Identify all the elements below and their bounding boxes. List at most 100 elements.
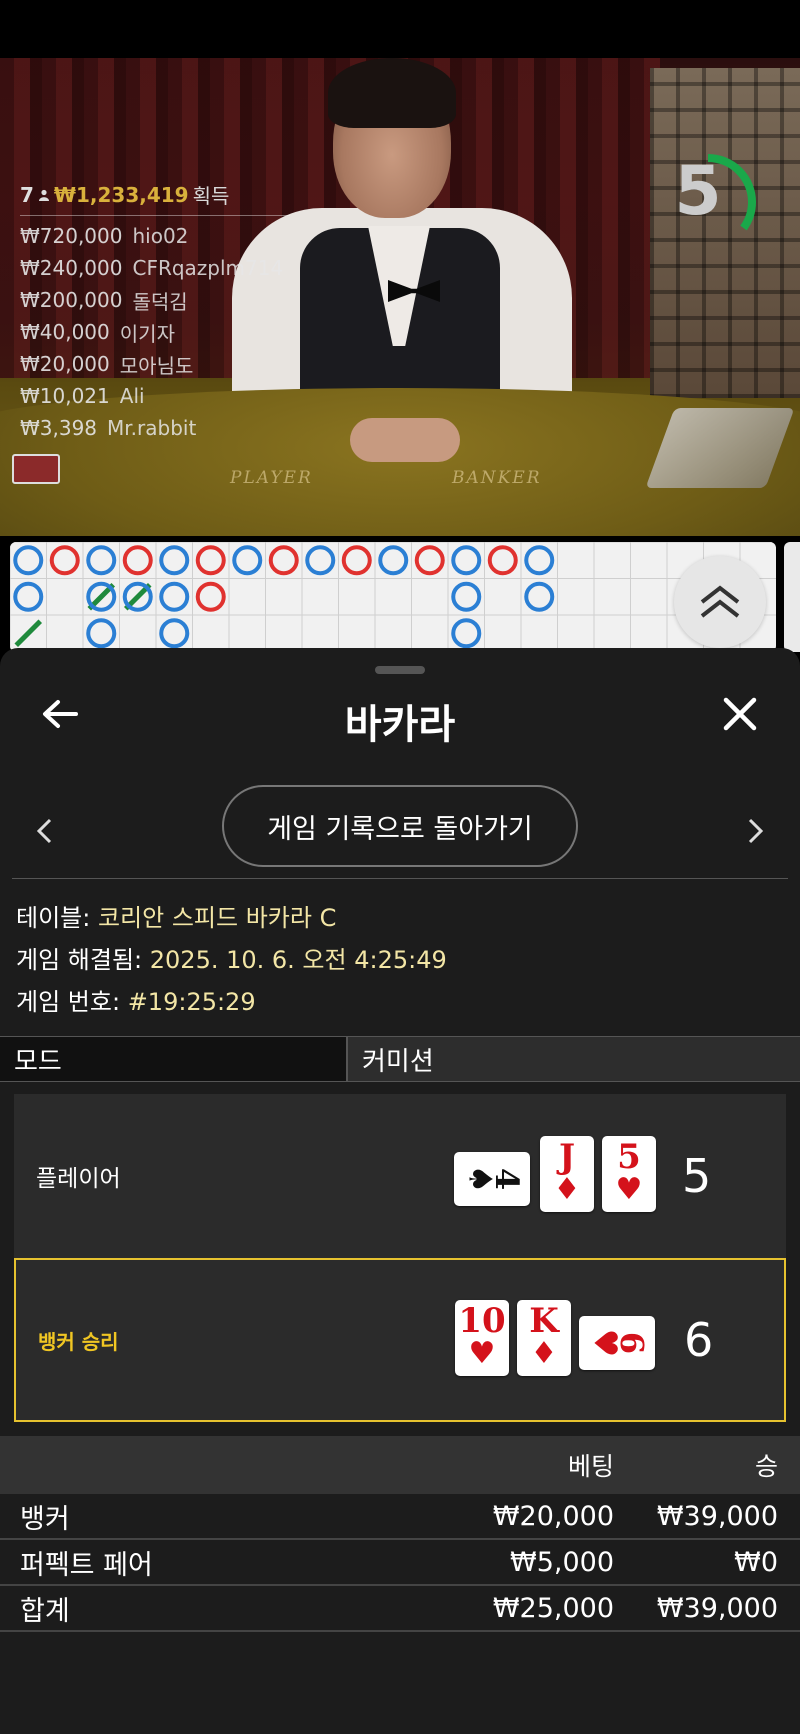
- resolved-label: 게임 해결됨:: [16, 946, 143, 974]
- road-player-bead: [159, 581, 190, 612]
- banker-hand: 뱅커 승리 10 ♥ K ♦ ♥ 6 6: [14, 1258, 786, 1422]
- road-banker-bead: [268, 545, 299, 576]
- card-rank: K: [529, 1301, 559, 1341]
- expand-button[interactable]: [674, 556, 766, 648]
- road-player-bead: [86, 618, 117, 649]
- winner-amount: ₩200,000: [20, 288, 123, 312]
- leaderboard-row: ₩20,000 모아님도: [20, 348, 290, 380]
- bet-column-header: 베팅: [567, 1452, 614, 1481]
- game-number-value: #19:25:29: [127, 988, 256, 1016]
- road-tie-mark: [14, 619, 43, 648]
- road-banker-bead: [49, 545, 80, 576]
- bets-header: 베팅 승: [0, 1436, 800, 1494]
- mode-row: 모드 커미션: [0, 1036, 800, 1082]
- winner-suffix: 획득: [192, 184, 230, 208]
- playing-card: 5 ♥: [602, 1136, 656, 1212]
- playing-card: ♠ 4: [454, 1152, 530, 1206]
- banker-score: 6: [684, 1313, 714, 1367]
- road-player-bead: [159, 545, 190, 576]
- banker-label: 뱅커 승리: [38, 1329, 119, 1354]
- sheet-drag-handle[interactable]: [375, 666, 425, 674]
- card-suit: ♦: [530, 1336, 558, 1371]
- bet-bet-cell: ₩5,000: [510, 1546, 614, 1578]
- road-banker-bead: [122, 545, 153, 576]
- winner-name: 이기자: [119, 321, 175, 346]
- player-hand: 플레이어 ♠ 4 J ♦ 5 ♥ 5: [14, 1094, 786, 1258]
- leaderboard-row: ₩40,000 이기자: [20, 316, 290, 348]
- leaderboard-row: ₩720,000 hio02: [20, 220, 290, 252]
- app-root: PLAYER BANKER 7 ₩1,233,419 획득 ₩720,000 hi…: [0, 0, 800, 1734]
- road-edge: [784, 542, 800, 652]
- bet-name-cell: 뱅커: [20, 1503, 70, 1535]
- playing-card: J ♦: [540, 1136, 594, 1212]
- winner-amount: ₩40,000: [20, 320, 110, 344]
- bet-win-cell: ₩39,000: [656, 1592, 778, 1624]
- road-player-bead: [232, 545, 263, 576]
- winner-count: 7: [20, 182, 34, 207]
- bet-row: 퍼펙트 페어 ₩5,000 ₩0: [0, 1540, 800, 1586]
- resolved-value: 2025. 10. 6. 오전 4:25:49: [149, 946, 447, 974]
- road-banker-bead: [341, 545, 372, 576]
- game-number-label: 게임 번호:: [16, 988, 121, 1016]
- road-banker-bead: [414, 545, 445, 576]
- winner-amount: ₩720,000: [20, 224, 123, 248]
- divider: [12, 878, 788, 879]
- leaderboard-rows: ₩720,000 hio02 ₩240,000 CFRqazplm714 ₩200,00…: [20, 220, 290, 444]
- card-rank: J: [558, 1137, 576, 1177]
- mode-label: 모드: [0, 1037, 348, 1081]
- leaderboard-row: ₩3,398 Mr.rabbit: [20, 412, 290, 444]
- timer-value: 5: [674, 152, 722, 231]
- winner-amount: ₩3,398: [20, 416, 98, 440]
- winner-amount: ₩20,000: [20, 352, 110, 376]
- road-player-bead: [524, 545, 555, 576]
- table-label: 테이블:: [16, 904, 91, 932]
- winner-name: 돌덕김: [132, 289, 188, 314]
- road-grid: [10, 542, 776, 652]
- road-banker-bead: [195, 581, 226, 612]
- card-rank: 5: [617, 1137, 641, 1177]
- game-number-info: 게임 번호: #19:25:29: [16, 982, 776, 1017]
- bet-rows: 뱅커 ₩20,000 ₩39,000 퍼펙트 페어 ₩5,000 ₩0 합계 ₩25,000 ₩…: [0, 1494, 800, 1632]
- sheet-title: 바카라: [344, 702, 456, 748]
- mode-value: 커미션: [348, 1037, 800, 1081]
- card-suit: ♦: [553, 1172, 581, 1207]
- road-banker-bead: [195, 545, 226, 576]
- player-score: 5: [682, 1149, 712, 1203]
- bet-name-cell: 합계: [20, 1595, 70, 1627]
- win-column-header: 승: [754, 1452, 778, 1481]
- table-value: 코리안 스피드 바카라 C: [97, 904, 337, 932]
- dealer-hands: [350, 418, 460, 462]
- back-to-history-button[interactable]: 게임 기록으로 돌아가기: [222, 785, 578, 867]
- road-player-bead: [451, 581, 482, 612]
- bet-win-cell: ₩39,000: [656, 1500, 778, 1532]
- bet-row: 뱅커 ₩20,000 ₩39,000: [0, 1494, 800, 1540]
- road-player-bead: [378, 545, 409, 576]
- card-rank: 6: [613, 1331, 652, 1355]
- winner-name: Mr.rabbit: [107, 416, 197, 440]
- close-button[interactable]: [716, 690, 764, 738]
- countdown-timer: 5: [660, 144, 772, 260]
- leaderboard-header: 7 ₩1,233,419 획득: [20, 180, 290, 216]
- card-suit: ♥: [615, 1172, 643, 1207]
- bet-row: 합계 ₩25,000 ₩39,000: [0, 1586, 800, 1632]
- bead-road[interactable]: [10, 542, 776, 652]
- dealer-hair: [328, 58, 456, 128]
- road-player-bead: [86, 545, 117, 576]
- winner-amount: ₩10,021: [20, 384, 110, 408]
- next-game-button[interactable]: [736, 806, 776, 856]
- leaderboard-row: ₩10,021 Ali: [20, 380, 290, 412]
- previous-game-button[interactable]: [24, 806, 64, 856]
- road-player-bead: [159, 618, 190, 649]
- close-icon: [723, 697, 757, 731]
- chevron-right-icon: [748, 818, 764, 844]
- bet-win-cell: ₩0: [734, 1546, 778, 1578]
- winners-leaderboard: 7 ₩1,233,419 획득 ₩720,000 hio02 ₩240,000 CFR…: [20, 180, 290, 444]
- leaderboard-row: ₩240,000 CFRqazplm714: [20, 252, 290, 284]
- road-player-bead: [305, 545, 336, 576]
- leaderboard-row: ₩200,000 돌덕김: [20, 284, 290, 316]
- playing-card: ♥ 6: [579, 1316, 655, 1370]
- road-banker-bead: [487, 545, 518, 576]
- resolved-info: 게임 해결됨: 2025. 10. 6. 오전 4:25:49: [16, 940, 776, 975]
- card-deck: [12, 454, 60, 484]
- road-player-bead: [13, 545, 44, 576]
